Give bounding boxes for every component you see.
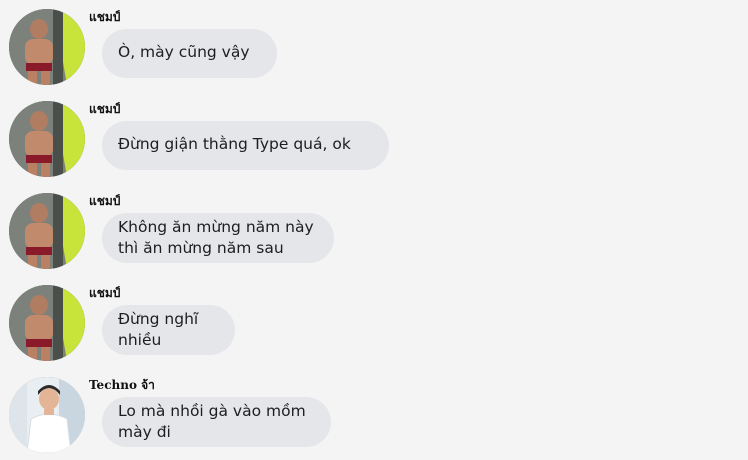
sender-name: แชมป์ [89,102,121,116]
chat-message: แชมป์ Đừng giận thằng Type quá, ok [0,92,748,184]
avatar[interactable] [9,377,85,453]
message-bubble[interactable]: Không ăn mừng năm này thì ăn mừng năm sa… [102,213,334,263]
user-white-shirt-avatar [9,377,85,453]
message-bubble[interactable]: Ò, mày cũng vậy [102,29,277,78]
user-shirtless-avatar [9,101,85,177]
message-bubble[interactable]: Lo mà nhồi gà vào mồm mày đi [102,397,331,447]
chat-message: Techno จ้า Lo mà nhồi gà vào mồm mày đi [0,368,748,460]
avatar[interactable] [9,9,85,85]
sender-name: Techno จ้า [89,378,155,392]
avatar[interactable] [9,193,85,269]
chat-message: แชมป์ Đừng nghĩ nhiều [0,276,748,368]
sender-name: แชมป์ [89,10,121,24]
chat-message: แชมป์ Không ăn mừng năm này thì ăn mừng … [0,184,748,276]
user-shirtless-avatar [9,285,85,361]
avatar[interactable] [9,101,85,177]
user-shirtless-avatar [9,9,85,85]
user-shirtless-avatar [9,193,85,269]
avatar[interactable] [9,285,85,361]
message-bubble[interactable]: Đừng nghĩ nhiều [102,305,235,355]
sender-name: แชมป์ [89,194,121,208]
chat-thread: แชมป์ Ò, mày cũng vậy แชมป์ Đừng giận th… [0,0,748,457]
chat-message: แชมป์ Ò, mày cũng vậy [0,0,748,92]
sender-name: แชมป์ [89,286,121,300]
message-bubble[interactable]: Đừng giận thằng Type quá, ok [102,121,389,170]
